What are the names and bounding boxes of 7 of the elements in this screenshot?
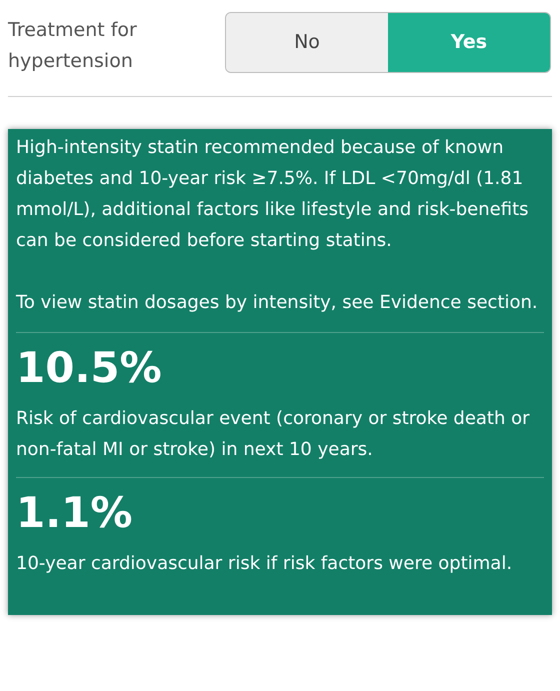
risk-percentage: 1.1% [16,487,134,539]
risk-description: 10-year cardiovascular risk if risk factors were optimal. [16,552,514,576]
question-label: Treatment for hypertension [8,18,138,74]
risk-description: Risk of cardiovascular event (coronary or stroke death or non-fatal MI or stroke) in next 10 years. [16,407,531,462]
risk-percentage: 10.5% [16,342,163,394]
recommendation-text: High-intensity statin recommended because of known diabetes and 10-year risk ≥7.5%. If LDL <70mg/dl (1.81 mmol/L), additional factors like lifestyle and risk-benefits can be considered before starting statins. [16,136,530,253]
recommendation-text: To view statin dosages by intensity, see Evidence section. [16,291,539,315]
